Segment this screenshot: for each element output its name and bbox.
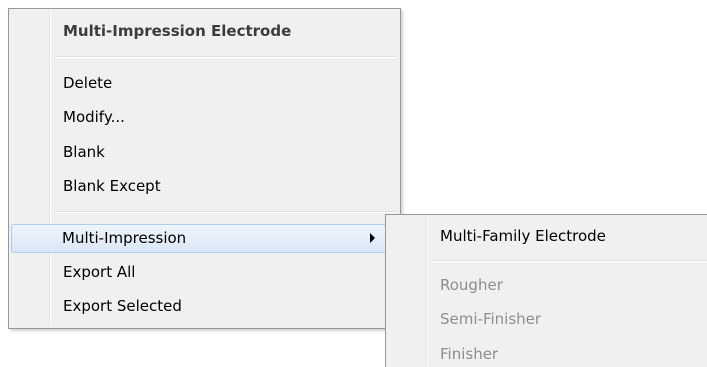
submenu-item-label: Rougher <box>440 276 503 294</box>
submenu-item-finisher[interactable]: Finisher <box>388 341 705 367</box>
submenu-item-label: Semi-Finisher <box>440 310 542 328</box>
submenu-item-semi-finisher[interactable]: Semi-Finisher <box>388 306 705 332</box>
menu-item-label: Multi-Impression <box>62 229 187 247</box>
submenu-item-label: Finisher <box>440 345 499 363</box>
menu-item-label: Modify... <box>63 108 125 126</box>
menu-item-label: Blank Except <box>63 177 161 195</box>
menu-header: Multi-Impression Electrode <box>11 18 398 44</box>
submenu-header-label: Multi-Family Electrode <box>440 227 606 245</box>
menu-separator <box>55 211 396 213</box>
submenu-header: Multi-Family Electrode <box>388 223 705 249</box>
menu-item-blank[interactable]: Blank <box>11 139 398 165</box>
menu-separator <box>55 56 396 58</box>
context-menu: Multi-Impression Electrode Delete Modify… <box>8 8 401 329</box>
menu-item-delete[interactable]: Delete <box>11 70 398 96</box>
menu-item-blank-except[interactable]: Blank Except <box>11 173 398 199</box>
menu-item-label: Export Selected <box>63 297 182 315</box>
menu-item-label: Export All <box>63 263 136 281</box>
menu-item-export-all[interactable]: Export All <box>11 259 398 285</box>
menu-item-label: Blank <box>63 143 105 161</box>
submenu: Multi-Family Electrode Rougher Semi-Fini… <box>385 214 707 367</box>
submenu-item-rougher[interactable]: Rougher <box>388 272 705 298</box>
menu-item-modify[interactable]: Modify... <box>11 104 398 130</box>
submenu-separator <box>432 260 707 262</box>
menu-item-export-selected[interactable]: Export Selected <box>11 293 398 319</box>
menu-item-label: Delete <box>63 74 113 92</box>
menu-item-multi-impression[interactable]: Multi-Impression <box>11 224 398 253</box>
submenu-arrow-icon <box>370 233 375 243</box>
menu-header-label: Multi-Impression Electrode <box>63 22 292 40</box>
